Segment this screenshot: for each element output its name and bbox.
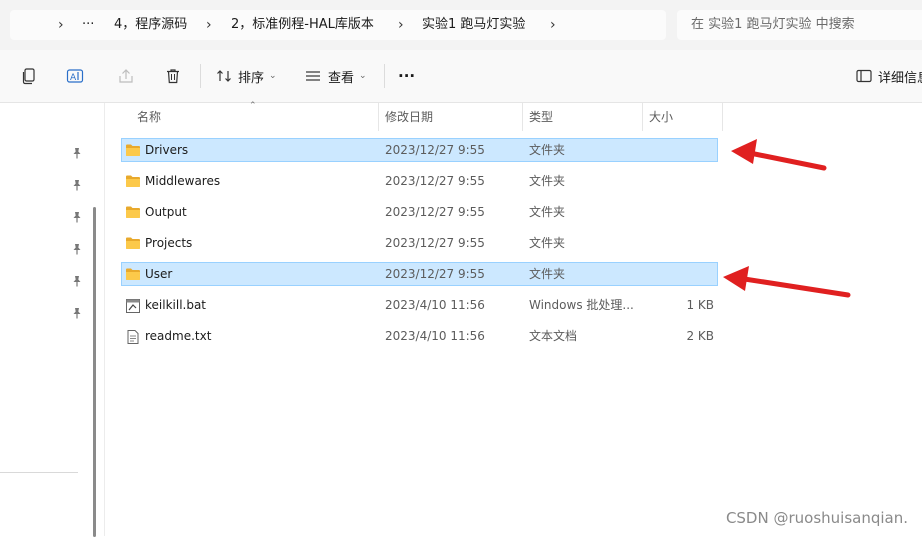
folder-icon (125, 236, 141, 253)
chevron-right-icon[interactable]: › (550, 10, 556, 40)
toolbar-divider (384, 64, 385, 88)
rename-button[interactable]: A (66, 65, 84, 87)
trash-icon (167, 69, 179, 84)
file-date: 2023/12/27 9:55 (385, 267, 485, 281)
pin-icon[interactable] (71, 307, 83, 319)
file-row[interactable]: Middlewares 2023/12/27 9:55 文件夹 (121, 169, 718, 193)
file-type: Windows 批处理... (529, 298, 634, 312)
pin-icon[interactable] (71, 243, 83, 255)
file-date: 2023/12/27 9:55 (385, 174, 485, 188)
chevron-down-icon: ⌄ (269, 71, 277, 81)
column-header-date[interactable]: 修改日期 (385, 103, 433, 131)
file-date: 2023/12/27 9:55 (385, 205, 485, 219)
file-row[interactable]: Output 2023/12/27 9:55 文件夹 (121, 200, 718, 224)
details-pane-icon (856, 69, 872, 83)
navigation-pane (0, 103, 105, 537)
pin-icon[interactable] (71, 211, 83, 223)
file-size: 2 KB (686, 329, 714, 343)
batch-file-icon (125, 298, 141, 317)
file-type: 文本文档 (529, 329, 578, 343)
address-toolbar: › ··· 4，程序源码 › 2，标准例程-HAL库版本 › 实验1 跑马灯实验… (0, 0, 922, 50)
file-row[interactable]: Drivers 2023/12/27 9:55 文件夹 (121, 138, 718, 162)
more-label: ··· (398, 67, 416, 85)
file-date: 2023/12/27 9:55 (385, 236, 485, 250)
details-pane-button[interactable]: 详细信息 (856, 65, 922, 87)
folder-icon (125, 143, 141, 160)
file-date: 2023/4/10 11:56 (385, 298, 485, 312)
file-name: Output (145, 205, 187, 219)
nav-divider (0, 472, 78, 473)
breadcrumb-item-current[interactable]: 实验1 跑马灯实验 (422, 10, 525, 40)
chevron-right-icon[interactable]: › (58, 10, 64, 40)
file-name: Projects (145, 236, 193, 250)
folder-icon (125, 205, 141, 222)
copy-icon (22, 68, 35, 85)
file-size: 1 KB (686, 298, 714, 312)
rename-icon: A (66, 69, 84, 83)
file-type: 文件夹 (529, 236, 566, 250)
sort-ascending-icon: ⌃ (249, 101, 257, 111)
pin-icon[interactable] (71, 275, 83, 287)
column-header-name[interactable]: 名称 (137, 103, 161, 131)
toolbar-divider (200, 64, 201, 88)
column-header-type[interactable]: 类型 (529, 103, 553, 131)
view-icon (306, 71, 320, 81)
column-header-size[interactable]: 大小 (649, 103, 673, 131)
file-type: 文件夹 (529, 174, 566, 188)
file-name: Drivers (145, 143, 189, 157)
file-row[interactable]: Projects 2023/12/27 9:55 文件夹 (121, 231, 718, 255)
breadcrumb-item-source[interactable]: 4，程序源码 (114, 10, 187, 40)
folder-icon (125, 267, 141, 284)
file-name: User (145, 267, 173, 281)
file-name: keilkill.bat (145, 298, 207, 312)
sort-button[interactable]: 排序 ⌄ (216, 65, 277, 87)
svg-text:A: A (70, 73, 77, 83)
file-row[interactable]: keilkill.bat 2023/4/10 11:56 Windows 批处理..… (121, 293, 718, 317)
file-row[interactable]: readme.txt 2023/4/10 11:56 文本文档 2 KB (121, 324, 718, 348)
file-row[interactable]: User 2023/12/27 9:55 文件夹 (121, 262, 718, 286)
view-label: 查看 (328, 70, 355, 86)
file-name: Middlewares (145, 174, 221, 188)
column-divider[interactable] (522, 103, 523, 131)
pin-icon[interactable] (71, 147, 83, 159)
search-input[interactable]: 在 实验1 跑马灯实验 中搜索 (677, 10, 922, 40)
file-list: ⌃ 名称 修改日期 类型 大小 Drivers 2023/12/27 9:55 文件… (105, 101, 922, 536)
command-bar: A 排序 ⌄ 查看 ⌄ ··· 详细信息 (0, 50, 922, 103)
sort-label: 排序 (238, 70, 265, 86)
copy-button[interactable] (20, 65, 38, 87)
text-file-icon (125, 329, 141, 348)
chevron-right-icon[interactable]: › (206, 10, 212, 40)
file-date: 2023/12/27 9:55 (385, 143, 485, 157)
file-name: readme.txt (145, 329, 212, 343)
address-bar[interactable]: › ··· 4，程序源码 › 2，标准例程-HAL库版本 › 实验1 跑马灯实验… (10, 10, 666, 40)
breadcrumb-item-hal[interactable]: 2，标准例程-HAL库版本 (231, 10, 374, 40)
chevron-down-icon: ⌄ (359, 71, 367, 81)
column-divider[interactable] (642, 103, 643, 131)
more-options-button[interactable]: ··· (398, 65, 415, 87)
folder-icon (125, 174, 141, 191)
column-divider[interactable] (378, 103, 379, 131)
sort-icon (217, 70, 231, 82)
share-icon (119, 69, 133, 83)
file-date: 2023/4/10 11:56 (385, 329, 485, 343)
file-type: 文件夹 (529, 143, 566, 157)
view-button[interactable]: 查看 ⌄ (304, 65, 367, 87)
file-type: 文件夹 (529, 267, 566, 281)
details-label: 详细信息 (878, 70, 922, 86)
breadcrumb-more[interactable]: ··· (82, 10, 94, 40)
chevron-right-icon[interactable]: › (398, 10, 404, 40)
nav-scrollbar[interactable] (93, 207, 96, 537)
column-divider[interactable] (722, 103, 723, 131)
file-type: 文件夹 (529, 205, 566, 219)
watermark: CSDN @ruoshuisanqian. (725, 509, 908, 527)
delete-button[interactable] (164, 65, 182, 87)
pin-icon[interactable] (71, 179, 83, 191)
share-button[interactable] (117, 65, 135, 87)
